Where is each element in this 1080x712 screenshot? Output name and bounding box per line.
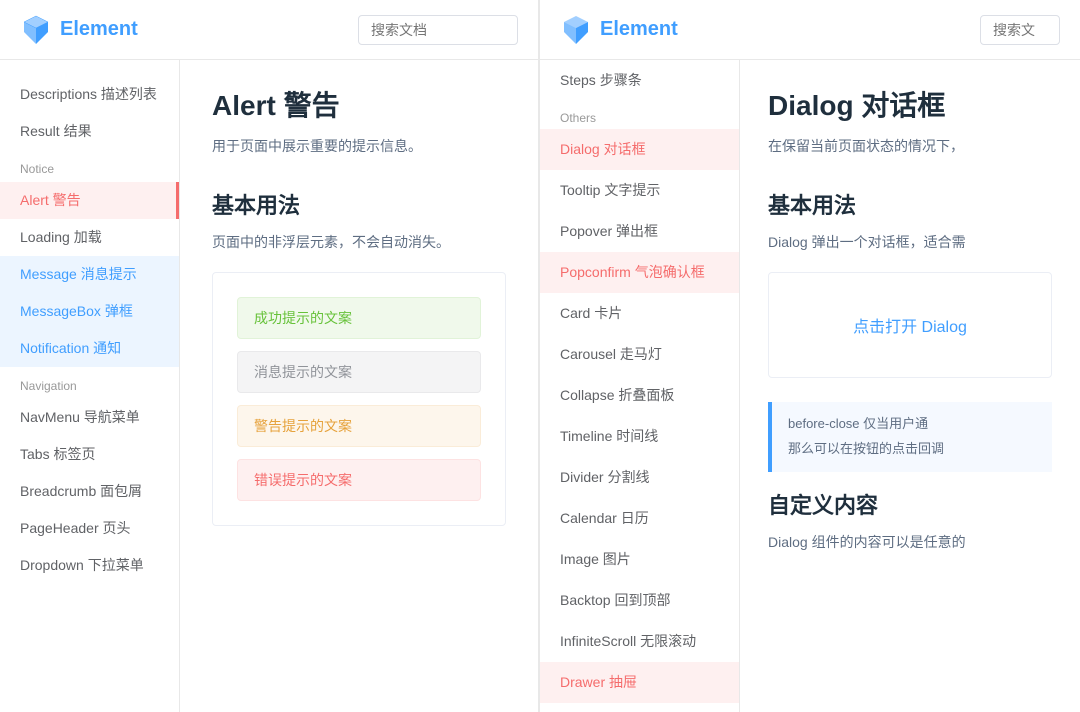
right-sidebar-item-divider[interactable]: Divider 分割线 xyxy=(540,457,739,498)
sidebar-item-message[interactable]: Message 消息提示 xyxy=(0,256,179,293)
right-sidebar-section-others: Others xyxy=(540,101,739,129)
before-close-title: before-close 仅当用户通 xyxy=(788,414,1036,435)
right-sidebar-item-image[interactable]: Image 图片 xyxy=(540,539,739,580)
right-sidebar-item-carousel[interactable]: Carousel 走马灯 xyxy=(540,334,739,375)
sidebar-item-navmenu[interactable]: NavMenu 导航菜单 xyxy=(0,399,179,436)
sidebar-item-breadcrumb[interactable]: Breadcrumb 面包屑 xyxy=(0,473,179,510)
right-sidebar-item-tooltip[interactable]: Tooltip 文字提示 xyxy=(540,170,739,211)
left-section-basic-desc: 页面中的非浮层元素，不会自动消失。 xyxy=(212,232,506,252)
right-sidebar-item-drawer[interactable]: Drawer 抽屉 xyxy=(540,662,739,703)
alert-success: 成功提示的文案 xyxy=(237,297,481,339)
right-sidebar-item-steps[interactable]: Steps 步骤条 xyxy=(540,60,739,101)
before-close-box: before-close 仅当用户通 那么可以在按钮的点击回调 xyxy=(768,402,1052,472)
left-header: Element xyxy=(0,0,538,60)
left-search-input[interactable] xyxy=(358,15,518,45)
sidebar-section-navigation: Navigation xyxy=(0,367,179,399)
right-sidebar-item-calendar[interactable]: Calendar 日历 xyxy=(540,498,739,539)
left-demo-box: 成功提示的文案 消息提示的文案 警告提示的文案 错误提示的文案 xyxy=(212,272,506,526)
right-sidebar-item-collapse[interactable]: Collapse 折叠面板 xyxy=(540,375,739,416)
alert-error: 错误提示的文案 xyxy=(237,459,481,501)
element-logo-icon-right xyxy=(560,14,592,46)
right-sidebar-item-infinitescroll[interactable]: InfiniteScroll 无限滚动 xyxy=(540,621,739,662)
right-sidebar-item-card[interactable]: Card 卡片 xyxy=(540,293,739,334)
left-sidebar: Descriptions 描述列表 Result 结果 Notice Alert… xyxy=(0,60,180,712)
right-sidebar-item-popover[interactable]: Popover 弹出框 xyxy=(540,211,739,252)
sidebar-item-alert[interactable]: Alert 警告 xyxy=(0,182,179,219)
left-logo-text: Element xyxy=(60,18,138,41)
right-page-title: Dialog 对话框 xyxy=(768,84,1052,124)
right-sidebar-item-popconfirm[interactable]: Popconfirm 气泡确认框 xyxy=(540,252,739,293)
sidebar-item-messagebox[interactable]: MessageBox 弹框 xyxy=(0,293,179,330)
left-main-content: Alert 警告 用于页面中展示重要的提示信息。 基本用法 页面中的非浮层元素，… xyxy=(180,60,538,712)
right-search-input[interactable] xyxy=(980,15,1060,45)
sidebar-item-notification[interactable]: Notification 通知 xyxy=(0,330,179,367)
right-sidebar-item-timeline[interactable]: Timeline 时间线 xyxy=(540,416,739,457)
sidebar-item-dropdown[interactable]: Dropdown 下拉菜单 xyxy=(0,547,179,584)
sidebar-item-result[interactable]: Result 结果 xyxy=(0,113,179,150)
left-page-title: Alert 警告 xyxy=(212,84,506,124)
alert-info: 消息提示的文案 xyxy=(237,351,481,393)
left-section-basic-title: 基本用法 xyxy=(212,188,506,220)
sidebar-item-descriptions[interactable]: Descriptions 描述列表 xyxy=(0,76,179,113)
left-logo[interactable]: Element xyxy=(20,14,138,46)
right-sidebar-item-backtop[interactable]: Backtop 回到顶部 xyxy=(540,580,739,621)
right-section-basic-title: 基本用法 xyxy=(768,188,1052,220)
sidebar-item-loading[interactable]: Loading 加载 xyxy=(0,219,179,256)
sidebar-item-pageheader[interactable]: PageHeader 页头 xyxy=(0,510,179,547)
alert-warning: 警告提示的文案 xyxy=(237,405,481,447)
right-logo-text: Element xyxy=(600,18,678,41)
right-main-content: Dialog 对话框 在保留当前页面状态的情况下， 基本用法 Dialog 弹出… xyxy=(740,60,1080,712)
right-sidebar: Steps 步骤条 Others Dialog 对话框 Tooltip 文字提示… xyxy=(540,60,740,712)
right-section-custom-title: 自定义内容 xyxy=(768,488,1052,520)
sidebar-section-notice: Notice xyxy=(0,150,179,182)
left-page-subtitle: 用于页面中展示重要的提示信息。 xyxy=(212,136,506,156)
right-page-subtitle: 在保留当前页面状态的情况下， xyxy=(768,136,1052,156)
right-demo-box: 点击打开 Dialog xyxy=(768,272,1052,378)
before-close-desc: 那么可以在按钮的点击回调 xyxy=(788,439,1036,460)
right-section-basic-desc: Dialog 弹出一个对话框，适合需 xyxy=(768,232,1052,252)
right-section-custom-desc: Dialog 组件的内容可以是任意的 xyxy=(768,532,1052,552)
right-header: Element xyxy=(540,0,1080,60)
right-sidebar-item-dialog[interactable]: Dialog 对话框 xyxy=(540,129,739,170)
right-logo[interactable]: Element xyxy=(560,14,678,46)
element-logo-icon-left xyxy=(20,14,52,46)
sidebar-item-tabs[interactable]: Tabs 标签页 xyxy=(0,436,179,473)
dialog-open-link[interactable]: 点击打开 Dialog xyxy=(853,313,967,337)
